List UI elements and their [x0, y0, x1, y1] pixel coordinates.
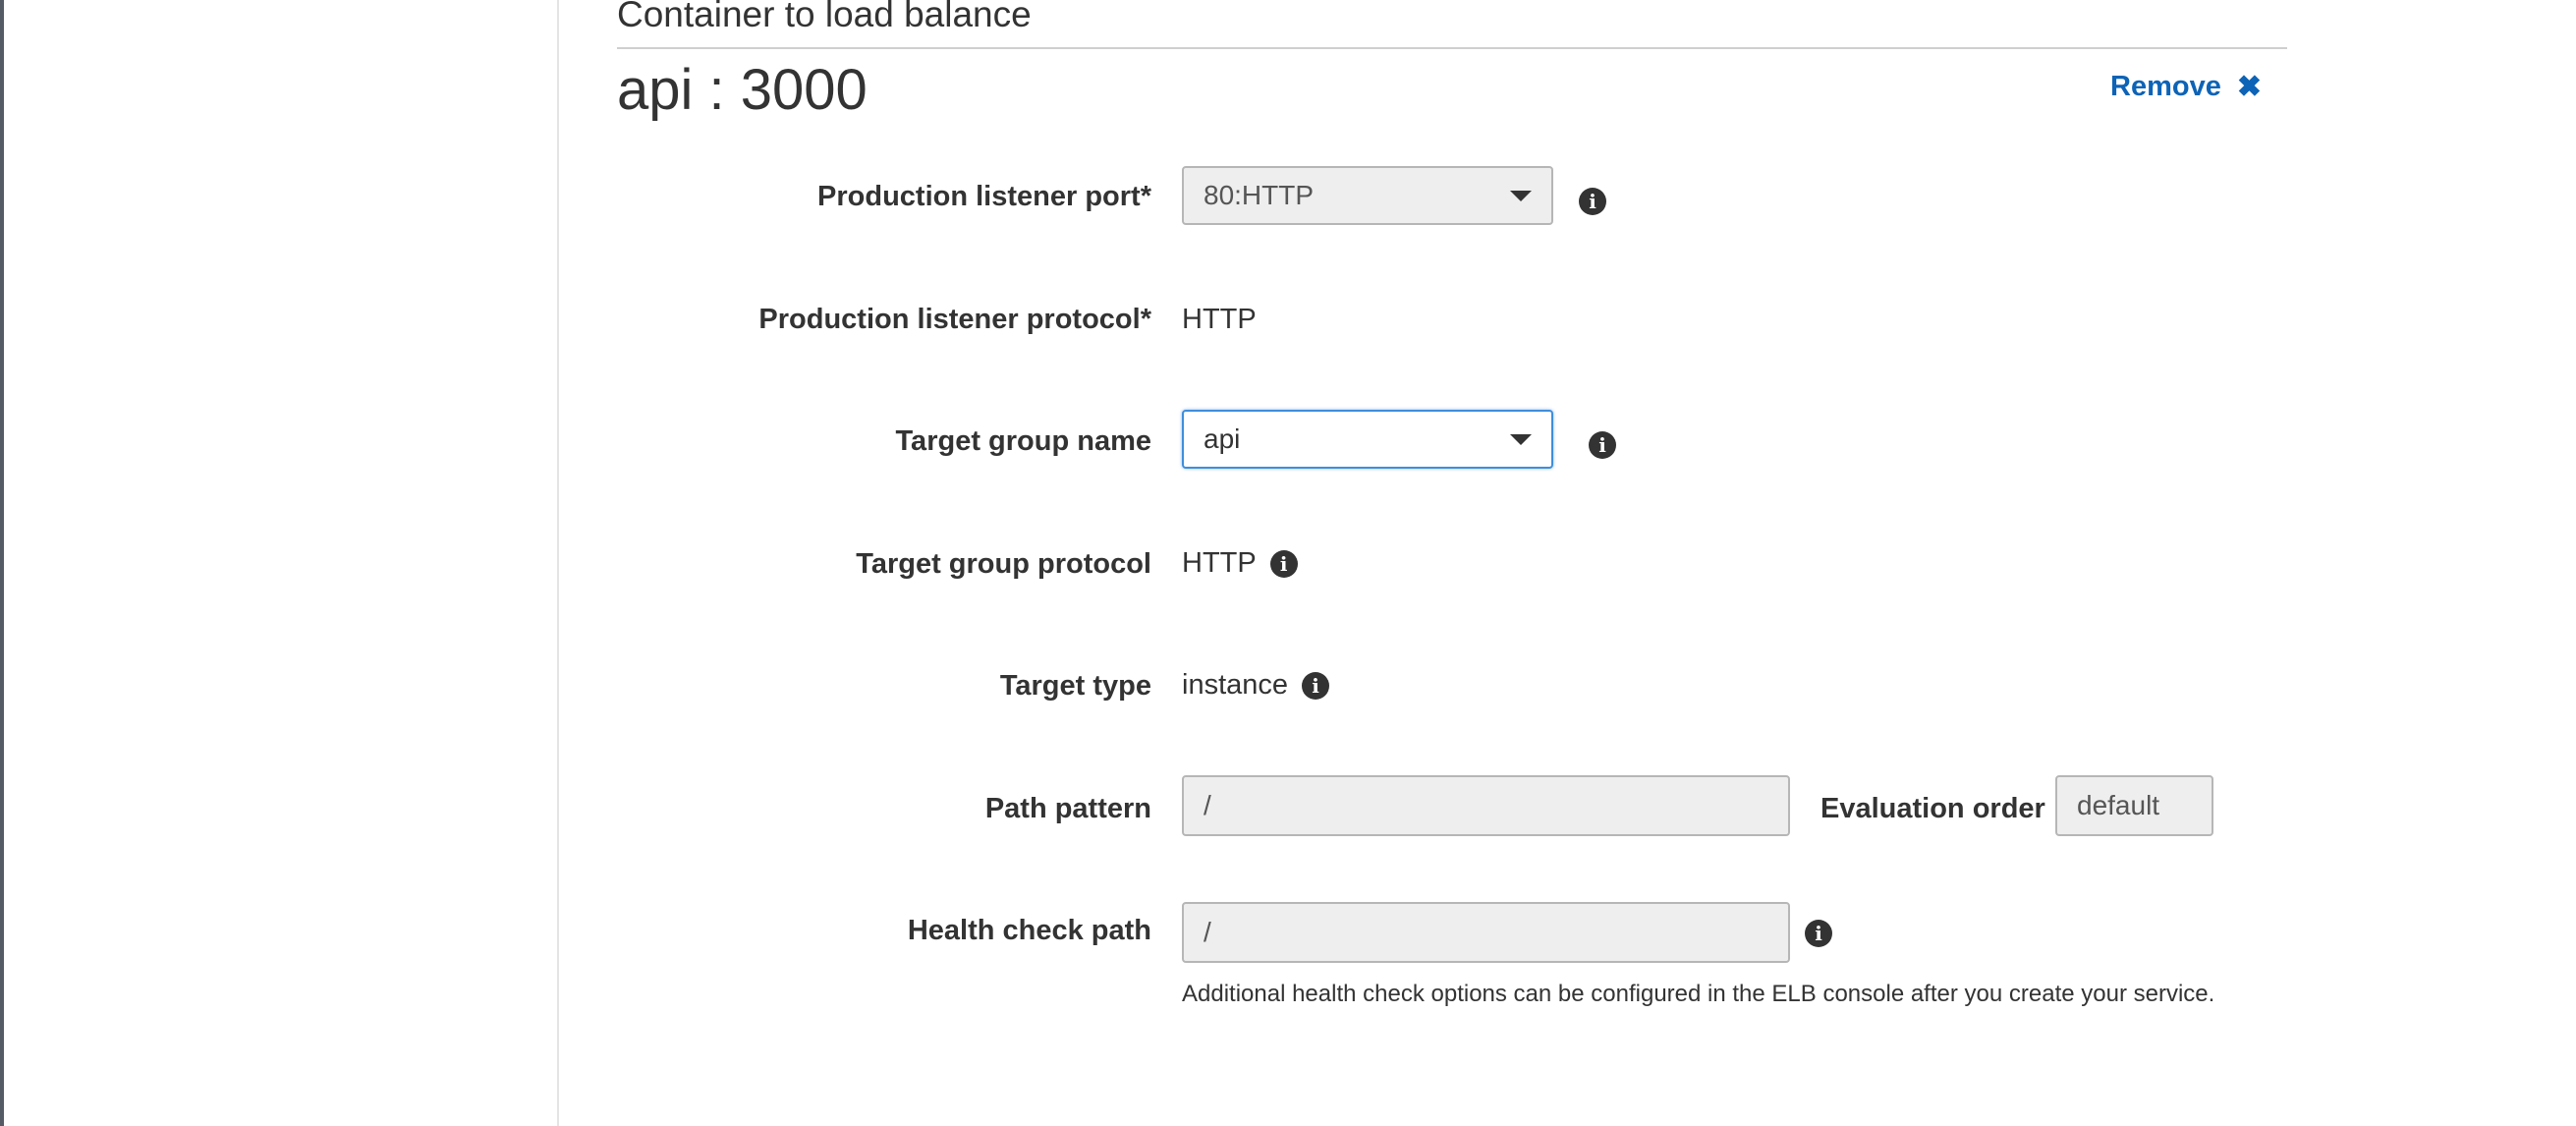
evaluation-order-label: Evaluation order — [1820, 793, 2045, 824]
health-check-help-text: Additional health check options can be c… — [1182, 981, 2215, 1007]
production-listener-port-label: Production listener port* — [817, 181, 1151, 212]
info-icon[interactable]: i — [1589, 431, 1616, 459]
evaluation-order-value: default — [2077, 790, 2160, 820]
target-type-value: instance i — [1182, 669, 1330, 702]
path-pattern-value: / — [1204, 790, 1211, 820]
section-title: Container to load balance — [617, 0, 1032, 34]
target-group-name-value: api — [1204, 423, 1241, 454]
target-group-name-select[interactable]: api — [1182, 410, 1553, 469]
production-listener-port-value: 80:HTTP — [1204, 180, 1315, 210]
path-pattern-input[interactable]: / — [1182, 775, 1790, 836]
production-listener-port-select[interactable]: 80:HTTP — [1182, 166, 1553, 225]
remove-label: Remove — [2110, 71, 2221, 102]
target-type-label: Target type — [999, 670, 1151, 702]
health-check-path-input[interactable]: / — [1182, 902, 1790, 963]
health-check-path-value: / — [1204, 917, 1211, 947]
chevron-down-icon — [1510, 191, 1532, 201]
path-pattern-label: Path pattern — [984, 793, 1151, 824]
remove-container-link[interactable]: Remove ✖ — [2110, 71, 2262, 103]
target-type-text: instance — [1182, 669, 1289, 701]
close-icon: ✖ — [2236, 70, 2262, 103]
target-group-name-label: Target group name — [895, 425, 1152, 457]
production-listener-protocol-value: HTTP — [1182, 304, 1257, 336]
left-panel-border — [0, 0, 4, 1126]
target-group-protocol-value: HTTP i — [1182, 547, 1298, 580]
info-icon[interactable]: i — [1805, 920, 1832, 947]
info-icon[interactable]: i — [1269, 549, 1298, 578]
production-listener-protocol-label: Production listener protocol* — [758, 304, 1151, 335]
production-listener-protocol-text: HTTP — [1182, 304, 1257, 335]
container-heading: api : 3000 — [617, 58, 868, 122]
evaluation-order-input[interactable]: default — [2055, 775, 2213, 836]
target-group-protocol-text: HTTP — [1182, 547, 1257, 579]
target-group-protocol-label: Target group protocol — [856, 548, 1151, 580]
info-icon[interactable]: i — [1579, 188, 1606, 215]
info-icon[interactable]: i — [1302, 671, 1330, 700]
section-divider — [617, 47, 2287, 49]
content-panel-border — [557, 0, 559, 1126]
health-check-path-label: Health check path — [907, 915, 1151, 946]
chevron-down-icon — [1510, 434, 1532, 445]
